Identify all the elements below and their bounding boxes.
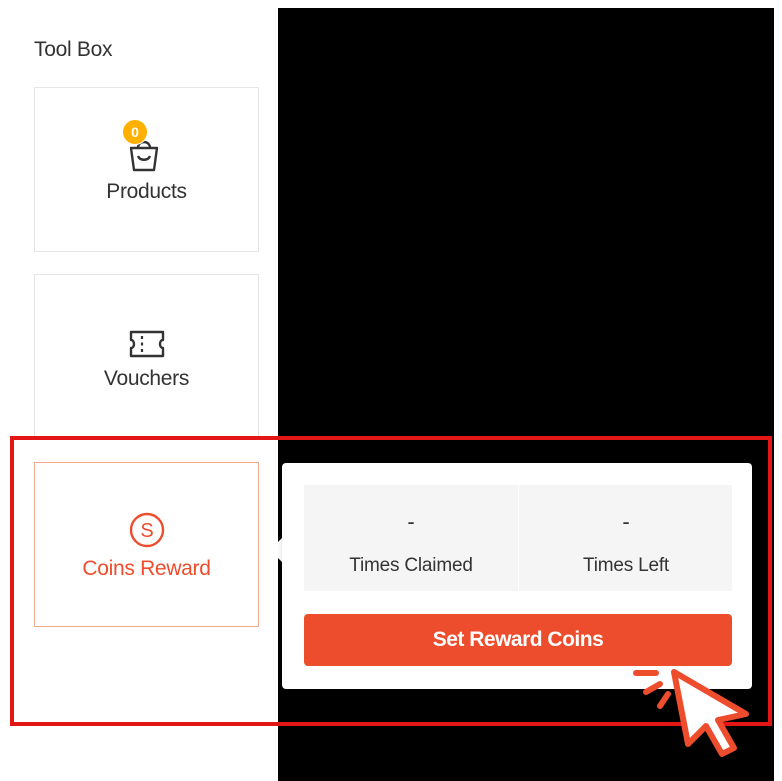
pointer-cursor-icon xyxy=(633,669,749,757)
toolbox-title: Tool Box xyxy=(34,38,113,61)
vouchers-label: Vouchers xyxy=(103,367,190,390)
products-count-badge: 0 xyxy=(122,119,148,145)
ticket-icon xyxy=(129,330,164,358)
products-label: Products xyxy=(106,180,187,203)
products-tool-card[interactable]: Products xyxy=(34,87,259,252)
vouchers-tool-card[interactable]: Vouchers xyxy=(34,274,259,439)
